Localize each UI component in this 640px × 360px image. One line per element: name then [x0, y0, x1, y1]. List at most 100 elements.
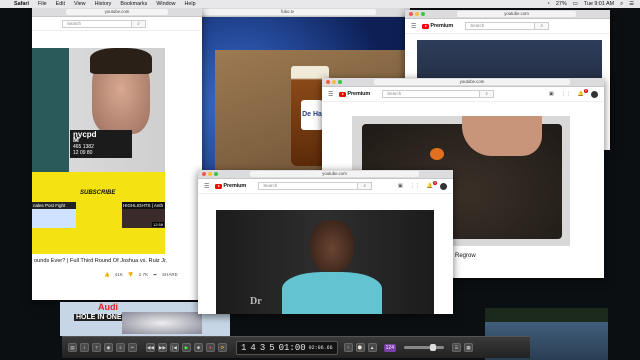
window-titlebar[interactable]: youtube.com: [405, 10, 610, 19]
search-input[interactable]: Search: [465, 22, 536, 30]
interview-video: Dr: [216, 210, 434, 314]
browser-icon[interactable]: ▦: [464, 343, 473, 352]
window-youtube-front[interactable]: youtube.com ☰ Premium Search ⌕ ▣ ⋮⋮ 🔔 9 D…: [198, 170, 453, 314]
subscribe-label[interactable]: SUBSCRIBE: [80, 190, 115, 196]
minimize-button[interactable]: [415, 12, 419, 16]
zoom-button[interactable]: [421, 12, 425, 16]
youtube-logo[interactable]: Premium: [339, 91, 370, 97]
close-button[interactable]: [326, 80, 330, 84]
search-button[interactable]: ⌕: [358, 182, 373, 190]
search-button[interactable]: ⌕: [535, 22, 550, 30]
person-head: [310, 220, 354, 272]
youtube-header: ☰ Premium Search ⌕ ▣ ⋮⋮ 🔔 9: [322, 87, 604, 102]
zoom-button[interactable]: [338, 80, 342, 84]
wifi-icon[interactable]: ◔: [547, 1, 550, 7]
brand-label: Premium: [223, 183, 247, 189]
clock[interactable]: Tue 9:01 AM: [584, 1, 614, 7]
address-bar[interactable]: youtube.com: [374, 79, 570, 85]
menu-window[interactable]: Window: [156, 0, 175, 8]
dislike-icon[interactable]: 👎: [128, 272, 134, 278]
menu-file[interactable]: File: [38, 0, 47, 8]
minimize-button[interactable]: [208, 172, 212, 176]
search-input[interactable]: Search: [258, 182, 359, 190]
go-to-start-icon[interactable]: |◀: [170, 343, 179, 352]
minimize-button[interactable]: [332, 80, 336, 84]
list-editors-icon[interactable]: ☰: [452, 343, 461, 352]
menu-bookmarks[interactable]: Bookmarks: [120, 0, 147, 8]
person-body: [282, 272, 382, 314]
youtube-logo[interactable]: Premium: [422, 23, 453, 29]
smart-controls-icon[interactable]: ◉: [104, 343, 113, 352]
menu-safari[interactable]: Safari: [14, 0, 29, 8]
address-bar[interactable]: youtube.com: [250, 171, 419, 177]
battery-icon[interactable]: ▭: [573, 1, 578, 7]
menu-icon[interactable]: ☰: [204, 183, 209, 190]
zoom-button[interactable]: [214, 172, 218, 176]
apps-icon[interactable]: ⋮⋮: [561, 91, 571, 97]
hand: [462, 116, 542, 156]
lcd-time-small: 02:06.66: [308, 344, 333, 351]
cpu-counter: 124: [383, 343, 396, 352]
search-icon[interactable]: ⌕: [620, 1, 623, 8]
cycle-icon[interactable]: ⟳: [218, 343, 227, 352]
stop-icon[interactable]: ■: [194, 343, 203, 352]
close-button[interactable]: [409, 12, 413, 16]
window-titlebar[interactable]: youtube.com: [32, 8, 202, 17]
mixer-icon[interactable]: ≡: [116, 343, 125, 352]
menu-view[interactable]: View: [74, 0, 86, 8]
window-titlebar[interactable]: youtube.com: [198, 170, 453, 179]
search-button[interactable]: ⌕: [480, 90, 495, 98]
help-icon[interactable]: ?: [92, 343, 101, 352]
notifications-icon[interactable]: 🔔 9: [427, 181, 437, 189]
youtube-logo[interactable]: Premium: [215, 183, 246, 189]
avatar[interactable]: [591, 90, 598, 98]
like-icon[interactable]: 👍: [104, 272, 110, 278]
tuner-icon[interactable]: ♮: [343, 343, 353, 352]
video-title: ounds Ever? | Full Third Round Of Joshua…: [34, 258, 168, 264]
count-in-icon[interactable]: ⌚: [355, 343, 365, 352]
menu-help[interactable]: Help: [185, 0, 196, 8]
master-volume-slider[interactable]: [404, 344, 444, 351]
library-icon[interactable]: ▤: [68, 343, 77, 352]
address-bar[interactable]: youtube.com: [66, 9, 168, 15]
create-video-icon[interactable]: ▣: [549, 91, 554, 97]
rewind-icon[interactable]: ◀◀: [146, 343, 155, 352]
thumb-a[interactable]: nales Post Fight: [32, 202, 76, 228]
forward-icon[interactable]: ▶▶: [158, 343, 167, 352]
avatar[interactable]: [440, 182, 447, 190]
metronome-icon[interactable]: ▲: [367, 343, 377, 352]
editors-icon[interactable]: ✂: [128, 343, 137, 352]
youtube-play-icon: [215, 183, 223, 189]
volume-knob[interactable]: [430, 344, 436, 351]
window-youtube-left[interactable]: youtube.com Search ⌕ nycpd M 465 1382 12…: [32, 8, 202, 300]
menu-edit[interactable]: Edit: [56, 0, 65, 8]
info-icon[interactable]: i: [80, 343, 89, 352]
menu-history[interactable]: History: [95, 0, 112, 8]
notifications-icon[interactable]: 🔔 9: [578, 89, 588, 97]
lcd-display[interactable]: 1 4 3 5 01:00 02:06.66: [236, 340, 338, 355]
share-icon[interactable]: ➦: [153, 272, 157, 278]
youtube-header: ☰ Premium Search ⌕ ▣ ⋮⋮ 🔔 9: [198, 179, 453, 194]
mugshot-video: nycpd M 465 1382 12 09 80: [32, 48, 165, 172]
menu-icon[interactable]: ☰: [328, 91, 333, 98]
apps-icon[interactable]: ⋮⋮: [410, 183, 420, 189]
lcd-track: 1: [241, 342, 247, 353]
search-button[interactable]: ⌕: [132, 19, 146, 28]
trees: [485, 308, 608, 322]
status-area: ◔ 27% ▭ Tue 9:01 AM ⌕ ☰: [541, 1, 634, 8]
mugshot-placard: nycpd M 465 1382 12 09 80: [70, 130, 132, 158]
close-button[interactable]: [202, 172, 206, 176]
menu-icon[interactable]: ☰: [411, 23, 416, 30]
window-titlebar[interactable]: youtube.com: [322, 78, 604, 87]
address-bar[interactable]: fubo.tv: [199, 9, 376, 15]
address-bar[interactable]: youtube.com: [457, 11, 576, 17]
share-label[interactable]: SHARE: [162, 272, 178, 278]
youtube-header: Search ⌕: [32, 17, 202, 31]
record-icon[interactable]: ●: [206, 343, 215, 352]
menu-extras-icon[interactable]: ☰: [629, 1, 634, 7]
play-icon[interactable]: ▶: [182, 343, 191, 352]
search-input[interactable]: Search: [62, 19, 132, 28]
search-input[interactable]: Search: [382, 90, 481, 98]
create-video-icon[interactable]: ▣: [398, 183, 403, 189]
thumb-b[interactable]: HIGHLIGHTS | Anth 12:58: [122, 202, 165, 228]
